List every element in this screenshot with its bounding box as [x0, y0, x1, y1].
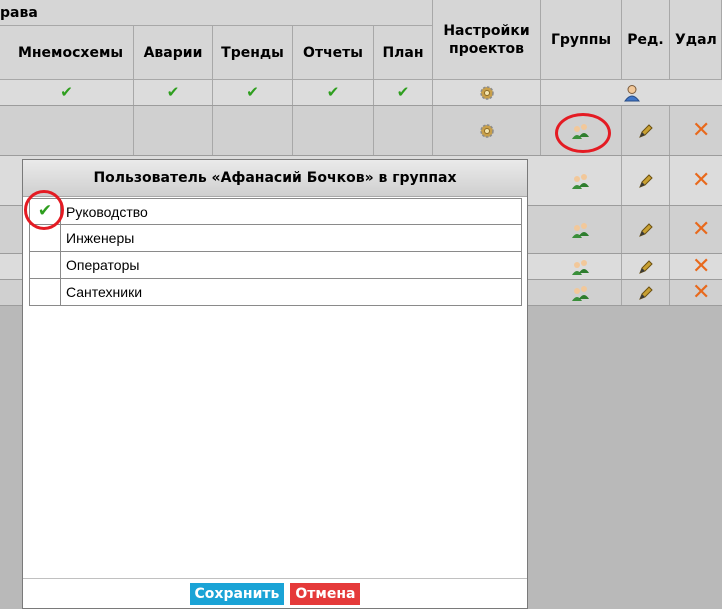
check-icon: ✔	[246, 83, 259, 101]
column-header-plan[interactable]: План	[374, 26, 433, 80]
cell-plan-all[interactable]: ✔	[374, 80, 433, 105]
column-header-groups[interactable]: Группы	[541, 0, 622, 80]
highlight-circle	[24, 190, 64, 230]
cancel-button[interactable]: Отмена	[290, 582, 361, 605]
group-label: Инженеры	[66, 230, 135, 246]
cell-empty	[293, 106, 374, 155]
user-group-icon[interactable]	[571, 259, 591, 275]
cell-delete[interactable]: ✕	[670, 156, 722, 205]
reports-header-label: Отчеты	[303, 44, 363, 61]
table-row-all: ✔ ✔ ✔ ✔ ✔	[0, 80, 722, 106]
cell-alarms-all[interactable]: ✔	[134, 80, 213, 105]
gear-icon[interactable]	[478, 84, 496, 102]
group-label: Руководство	[66, 203, 148, 220]
cell-empty	[374, 106, 433, 155]
cell-delete[interactable]: ✕	[670, 254, 722, 279]
project-settings-line1: Настройки	[443, 22, 530, 39]
trends-header-label: Тренды	[221, 44, 284, 61]
column-header-project-settings[interactable]: Настройки проектов	[433, 0, 541, 80]
delete-icon[interactable]: ✕	[692, 281, 710, 304]
column-header-schemes[interactable]: Мнемосхемы	[0, 26, 134, 80]
cell-schemes-all[interactable]: ✔	[0, 80, 134, 105]
cell-empty	[213, 106, 293, 155]
user-group-icon[interactable]	[571, 222, 591, 238]
rights-group-header: рава	[0, 0, 433, 26]
column-header-delete[interactable]: Удал	[670, 0, 722, 80]
table-row: ✕	[0, 106, 722, 156]
list-item[interactable]: Инженеры	[29, 225, 522, 252]
cell-settings-all[interactable]	[433, 80, 541, 105]
check-icon: ✔	[326, 83, 340, 101]
cell-user-all[interactable]	[541, 80, 722, 105]
groups-list: ✔ Руководство Инженеры Операторы Сантехн…	[29, 198, 522, 306]
gear-icon[interactable]	[478, 122, 496, 140]
cell-reports-all[interactable]: ✔	[293, 80, 374, 105]
cell-groups[interactable]	[541, 206, 622, 253]
dialog-title: Пользователь «Афанасий Бочков» в группах	[23, 160, 527, 197]
highlight-circle	[555, 113, 611, 153]
rights-group-header-label: рава	[0, 4, 38, 21]
cell-edit[interactable]	[622, 254, 670, 279]
delete-icon[interactable]: ✕	[692, 169, 710, 192]
pencil-icon[interactable]	[638, 173, 654, 189]
delete-header-label: Удал	[675, 31, 717, 48]
list-item[interactable]: Сантехники	[29, 279, 522, 306]
cell-groups[interactable]	[541, 156, 622, 205]
delete-icon[interactable]: ✕	[692, 255, 710, 278]
groups-header-label: Группы	[550, 31, 612, 48]
pencil-icon[interactable]	[638, 222, 654, 238]
cell-groups[interactable]	[541, 280, 622, 305]
user-group-icon[interactable]	[571, 285, 591, 301]
plan-header-label: План	[382, 44, 424, 61]
user-icon[interactable]	[623, 84, 641, 102]
cell-trends-all[interactable]: ✔	[213, 80, 293, 105]
cell-empty	[134, 106, 213, 155]
cell-delete[interactable]: ✕	[670, 280, 722, 305]
check-icon: ✔	[396, 83, 410, 101]
cell-edit[interactable]	[622, 156, 670, 205]
delete-icon[interactable]: ✕	[692, 119, 710, 142]
cell-delete[interactable]: ✕	[670, 206, 722, 253]
save-button[interactable]: Сохранить	[189, 582, 285, 605]
cell-delete[interactable]: ✕	[670, 106, 722, 155]
pencil-icon[interactable]	[638, 123, 654, 139]
alarms-header-label: Аварии	[143, 44, 203, 61]
user-group-icon[interactable]	[571, 173, 591, 189]
user-groups-dialog: Пользователь «Афанасий Бочков» в группах…	[22, 159, 528, 609]
cell-groups[interactable]	[541, 254, 622, 279]
group-checkbox[interactable]	[30, 252, 61, 278]
group-checkbox[interactable]	[30, 279, 61, 305]
column-header-trends[interactable]: Тренды	[213, 26, 293, 80]
edit-header-label: Ред.	[627, 31, 664, 48]
column-header-edit[interactable]: Ред.	[622, 0, 670, 80]
cell-edit[interactable]	[622, 206, 670, 253]
check-icon: ✔	[166, 83, 180, 101]
schemes-header-label: Мнемосхемы	[17, 44, 124, 61]
cell-edit[interactable]	[622, 106, 670, 155]
column-header-reports[interactable]: Отчеты	[293, 26, 374, 80]
check-icon: ✔	[60, 83, 73, 101]
project-settings-line2: проектов	[449, 40, 524, 57]
pencil-icon[interactable]	[638, 259, 654, 275]
column-header-alarms[interactable]: Аварии	[134, 26, 213, 80]
list-item[interactable]: Операторы	[29, 252, 522, 279]
delete-icon[interactable]: ✕	[692, 218, 710, 241]
pencil-icon[interactable]	[638, 285, 654, 301]
group-label: Сантехники	[66, 284, 143, 300]
cell-edit[interactable]	[622, 280, 670, 305]
group-label: Операторы	[66, 257, 140, 273]
list-item[interactable]: ✔ Руководство	[29, 198, 522, 225]
cell-empty	[0, 106, 134, 155]
cell-settings[interactable]	[433, 106, 541, 155]
